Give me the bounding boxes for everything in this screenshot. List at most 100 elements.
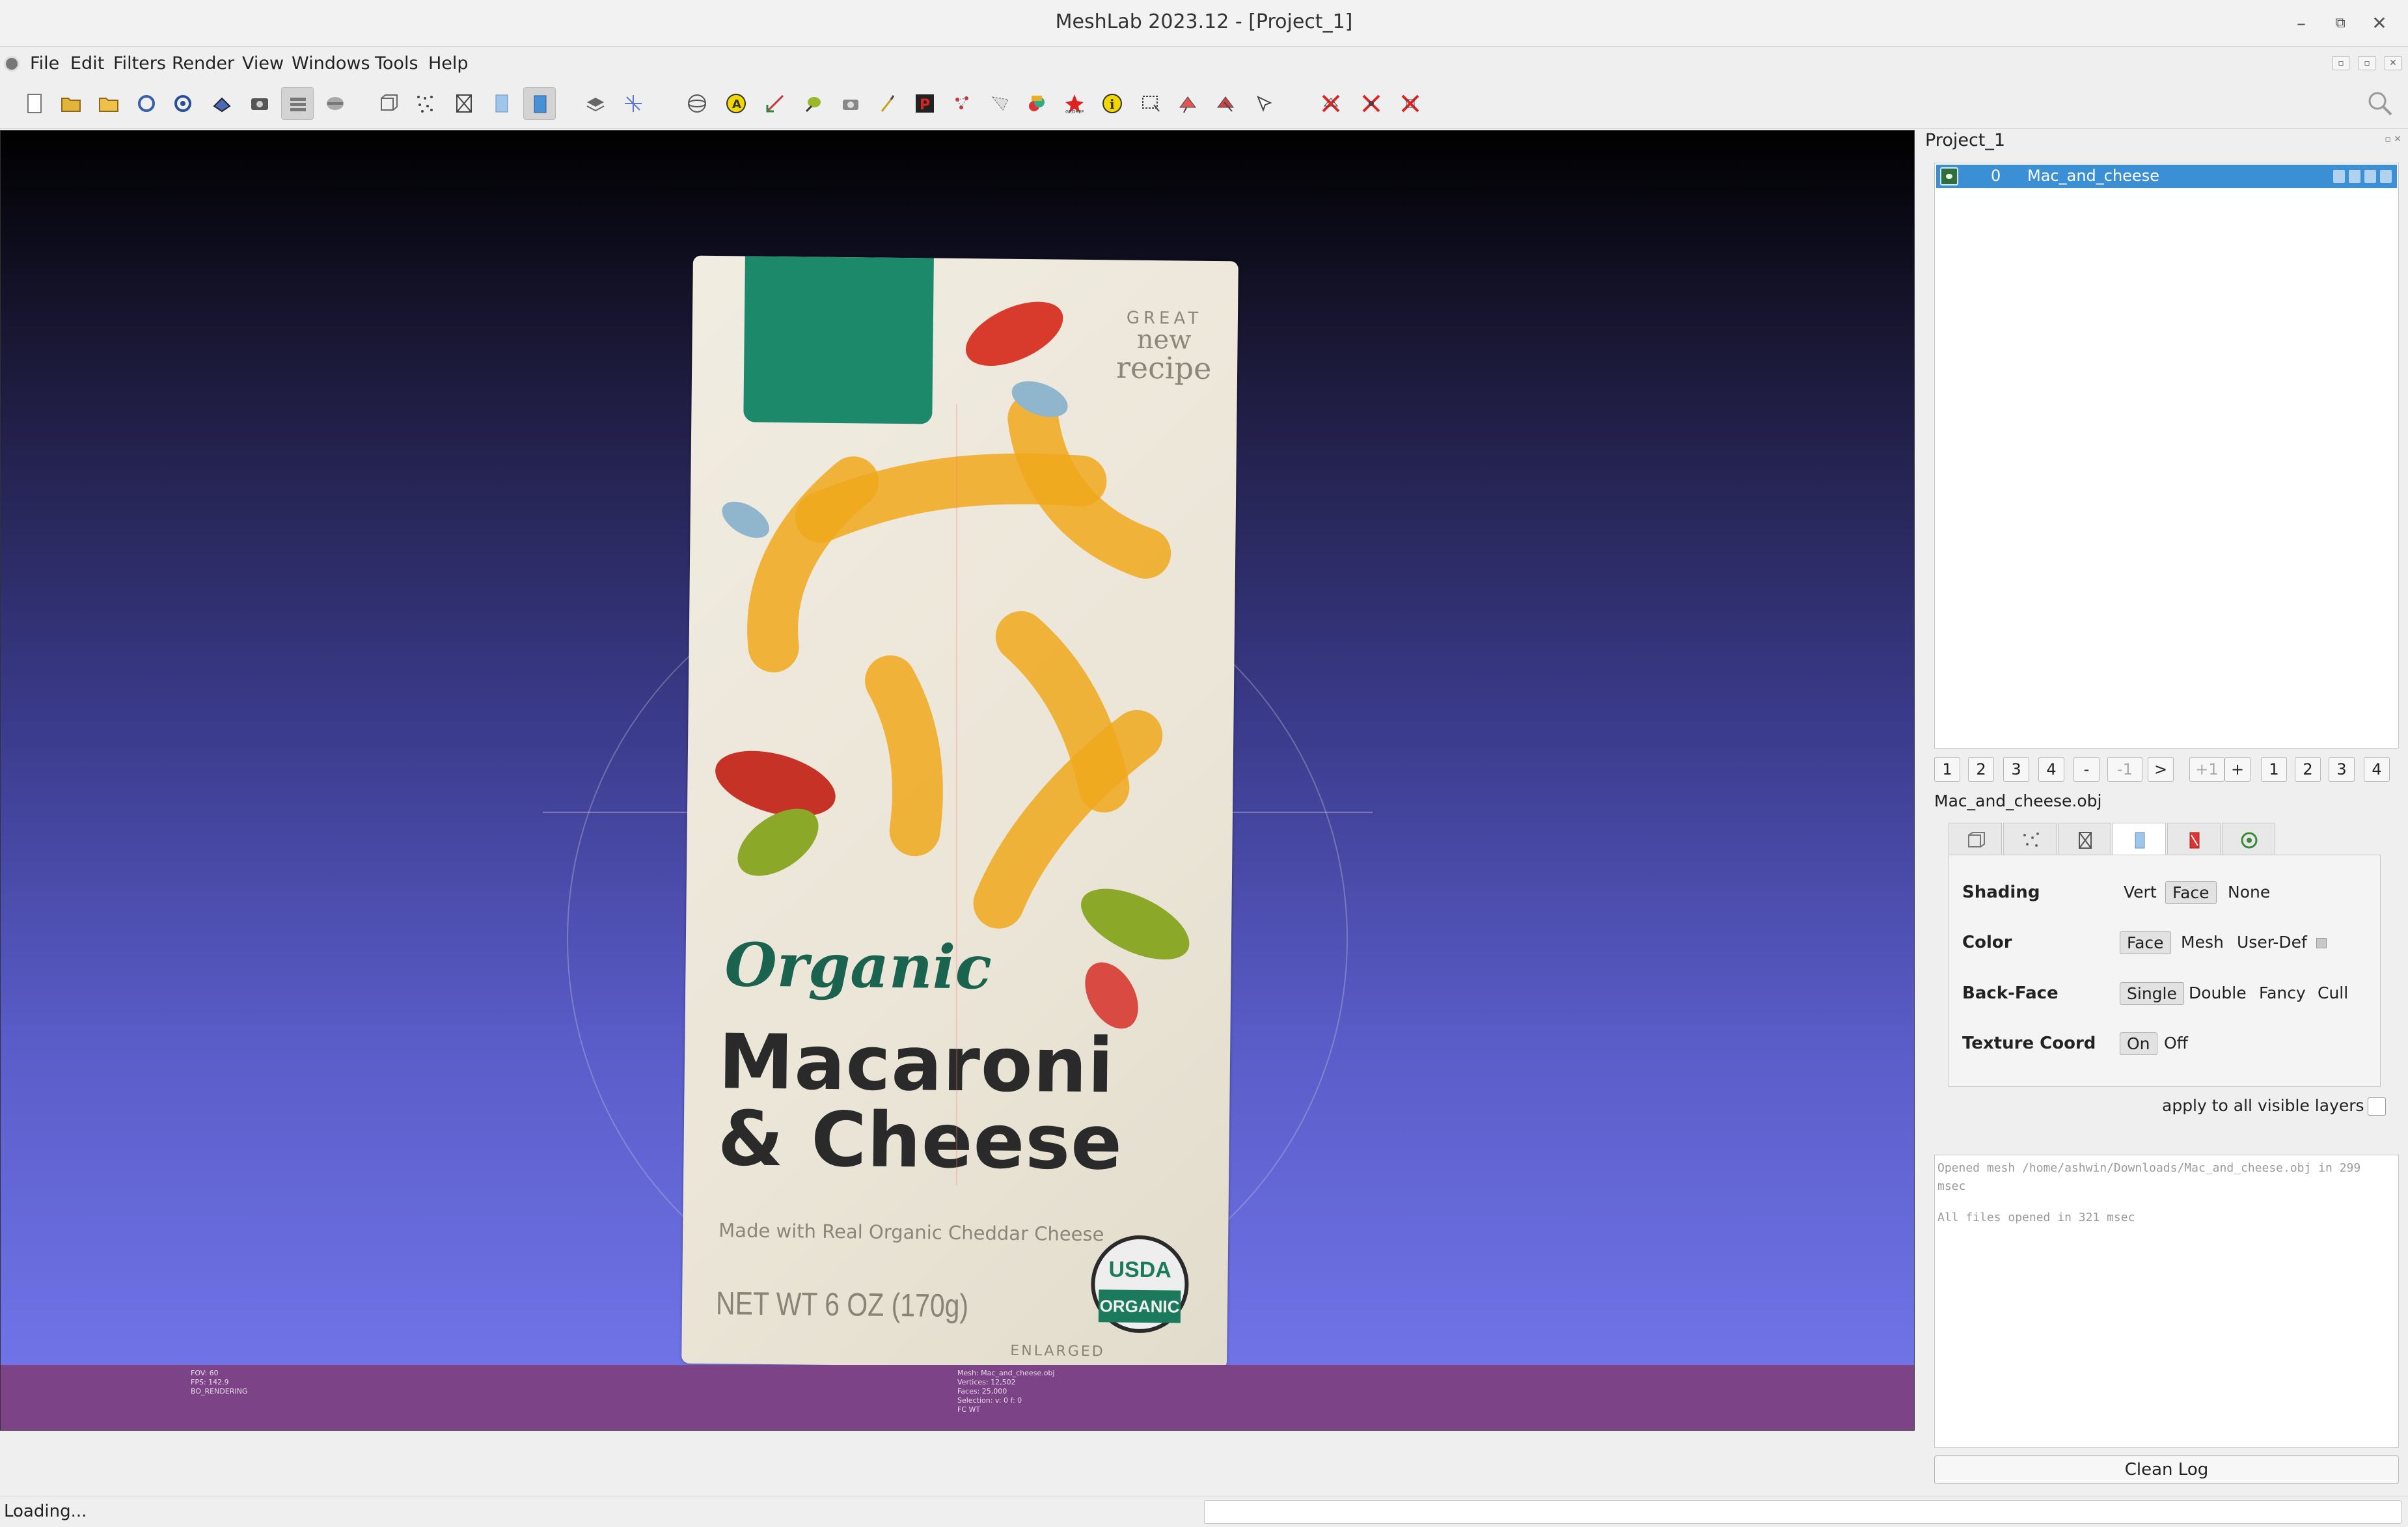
layer-nav-button[interactable]: 4	[2038, 757, 2064, 782]
raster-layers-icon[interactable]	[319, 87, 351, 120]
mesh-name-readout: Mesh: Mac_and_cheese.obj	[957, 1369, 1055, 1377]
box-tab-icon[interactable]	[1949, 823, 2002, 855]
mdi-restore-button[interactable]: ▫	[2359, 56, 2375, 70]
visibility-eye-icon[interactable]	[1940, 167, 1958, 186]
select-faces-icon[interactable]	[984, 87, 1017, 120]
select-connected-icon[interactable]	[1171, 87, 1204, 120]
apply-all-checkbox[interactable]	[2368, 1097, 2386, 1116]
faces-readout: Faces: 25,000	[957, 1387, 1007, 1396]
menu-filters[interactable]: Filters	[113, 53, 166, 74]
userdef-color-swatch[interactable]	[2316, 938, 2327, 948]
menu-render[interactable]: Render	[172, 53, 234, 74]
bounding-box-icon[interactable]	[372, 87, 405, 120]
import-mesh-icon[interactable]	[92, 87, 125, 120]
color-mesh-option[interactable]: Mesh	[2174, 931, 2230, 953]
points-tab-icon[interactable]	[2003, 823, 2057, 855]
pick-icon[interactable]	[797, 87, 829, 120]
points-icon[interactable]	[409, 87, 441, 120]
paint-brush-icon[interactable]	[872, 87, 905, 120]
layer-list[interactable]: 0 Mac_and_cheese	[1934, 163, 2399, 749]
annotate-icon[interactable]: A	[720, 87, 752, 120]
menu-file[interactable]: File	[30, 53, 59, 74]
menu-edit[interactable]: Edit	[70, 53, 104, 74]
texcoord-off-option[interactable]: Off	[2157, 1032, 2195, 1054]
wireframe-icon[interactable]	[448, 87, 480, 120]
clean-log-button[interactable]: Clean Log	[1934, 1455, 2399, 1484]
layer-panel: Project_1 ▫ ✕ 0 Mac_and_cheese 1 2 3 4- -1 > +…	[1915, 130, 2408, 1496]
delete-selected-icon[interactable]	[1394, 87, 1427, 120]
reload-all-icon[interactable]	[167, 87, 199, 120]
layer-nav-button[interactable]: -1	[2107, 757, 2142, 782]
mdi-minimize-button[interactable]: ▫	[2333, 56, 2349, 70]
select-conn-faces-icon[interactable]	[1209, 87, 1242, 120]
select-vertex-icon[interactable]	[1248, 87, 1281, 120]
backface-single-option[interactable]: Single	[2120, 982, 2184, 1005]
menu-view[interactable]: View	[242, 53, 284, 74]
layer-nav-button[interactable]: +	[2224, 757, 2251, 782]
layer-nav-button[interactable]: >	[2148, 757, 2174, 782]
layer-nav-button[interactable]: -	[2073, 757, 2100, 782]
camera-icon[interactable]	[834, 87, 867, 120]
menu-windows[interactable]: Windows	[292, 53, 370, 74]
extra-tab-icon[interactable]	[2222, 823, 2275, 855]
close-button[interactable]: ✕	[2365, 9, 2394, 38]
layer-flag-icon[interactable]	[2380, 170, 2392, 183]
layer-flag-icon[interactable]	[2349, 170, 2360, 183]
search-icon[interactable]	[2364, 87, 2396, 120]
menu-help[interactable]: Help	[428, 53, 469, 74]
select-vertices-icon[interactable]	[946, 87, 979, 120]
trackball-icon[interactable]	[681, 87, 713, 120]
axis-icon[interactable]	[617, 87, 650, 120]
solid-tab-icon[interactable]	[2113, 823, 2166, 855]
backface-double-option[interactable]: Double	[2182, 982, 2253, 1004]
align-icon[interactable]	[1020, 87, 1053, 120]
layer-nav-button[interactable]: 1	[1934, 757, 1960, 782]
new-project-icon[interactable]	[18, 87, 51, 120]
shading-none-option[interactable]: None	[2221, 881, 2277, 903]
layer-nav-button[interactable]: 4	[2364, 757, 2390, 782]
measure-icon[interactable]	[759, 87, 791, 120]
flat-icon[interactable]	[486, 87, 518, 120]
layer-flag-icon[interactable]	[2333, 170, 2345, 183]
snapshot-icon[interactable]	[243, 87, 276, 120]
color-face-option[interactable]: Face	[2120, 931, 2171, 954]
layer-nav-button[interactable]: +1	[2189, 757, 2224, 782]
shading-vert-option[interactable]: Vert	[2117, 881, 2163, 903]
texcoord-on-option[interactable]: On	[2120, 1032, 2157, 1055]
reload-icon[interactable]	[130, 87, 163, 120]
select-rect-icon[interactable]	[1135, 87, 1168, 120]
backface-fancy-option[interactable]: Fancy	[2252, 982, 2312, 1004]
georef-icon[interactable]: GEOREF	[1058, 87, 1091, 120]
smooth-icon[interactable]	[523, 87, 556, 120]
3d-viewport[interactable]: GREAT new recipe Organic Macaroni & Chee…	[0, 130, 1915, 1431]
mdi-close-button[interactable]: ✕	[2385, 56, 2401, 70]
layers-icon[interactable]	[281, 87, 314, 120]
shading-face-option[interactable]: Face	[2165, 881, 2217, 904]
open-project-icon[interactable]	[55, 87, 87, 120]
layer-nav-button[interactable]: 2	[1968, 757, 1994, 782]
export-mesh-icon[interactable]	[206, 87, 238, 120]
trackball-axis-vertical	[956, 404, 957, 1185]
texture-tab-icon[interactable]	[2167, 823, 2221, 855]
render-tabs	[1949, 823, 2398, 855]
delete-vertex-icon[interactable]	[1355, 87, 1388, 120]
layer-nav-button[interactable]: 3	[2003, 757, 2029, 782]
layer-nav-button[interactable]: 3	[2329, 757, 2355, 782]
log-window[interactable]: Opened mesh /home/ashwin/Downloads/Mac_a…	[1934, 1155, 2399, 1448]
pick-points-icon[interactable]: P	[909, 87, 941, 120]
minimize-button[interactable]: –	[2287, 9, 2316, 38]
light-icon[interactable]	[579, 87, 612, 120]
menu-tools[interactable]: Tools	[375, 53, 418, 74]
app-icon[interactable]	[4, 56, 20, 72]
info-icon[interactable]: i	[1096, 87, 1129, 120]
restore-button[interactable]: ⧉	[2326, 9, 2355, 38]
panel-float-controls[interactable]: ▫ ✕	[2385, 134, 2401, 144]
color-userdef-option[interactable]: User-Def	[2230, 931, 2314, 953]
layer-nav-button[interactable]: 2	[2295, 757, 2321, 782]
layer-flag-icon[interactable]	[2364, 170, 2376, 183]
wire-tab-icon[interactable]	[2058, 823, 2111, 855]
layer-row[interactable]: 0 Mac_and_cheese	[1936, 165, 2397, 188]
delete-face-icon[interactable]	[1315, 87, 1347, 120]
backface-cull-option[interactable]: Cull	[2311, 982, 2355, 1004]
layer-nav-button[interactable]: 1	[2261, 757, 2287, 782]
